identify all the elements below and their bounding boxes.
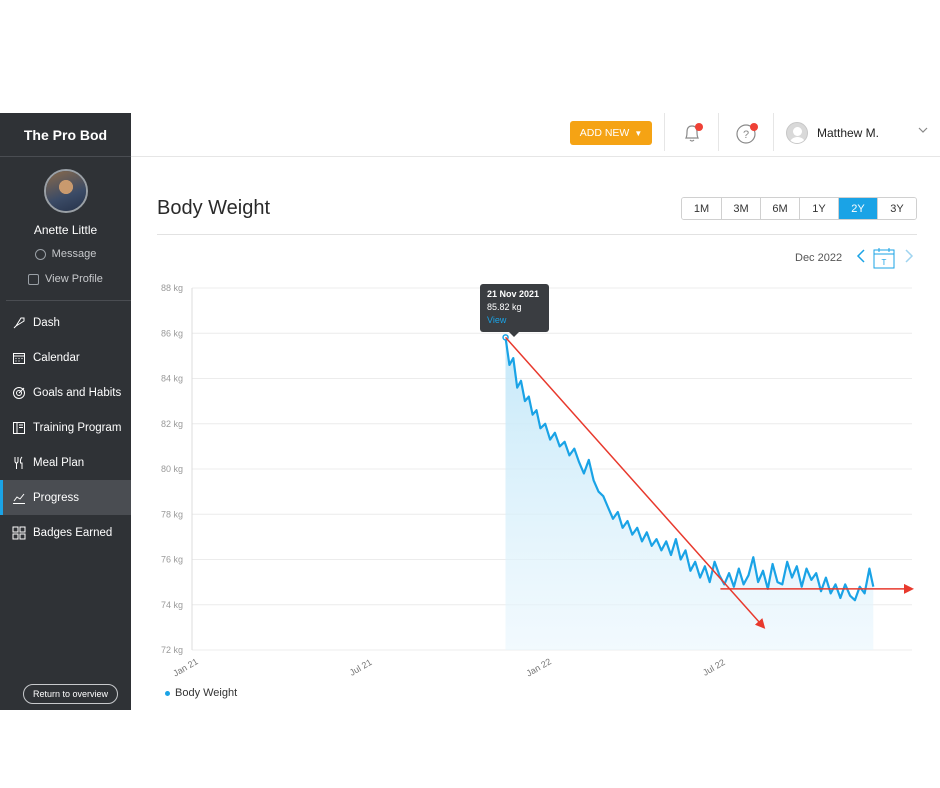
tooltip-value: 85.82 kg [487, 302, 522, 312]
y-tick-label: 74 kg [161, 600, 183, 610]
chart-legend[interactable]: Body Weight [165, 687, 237, 699]
x-tick-label: Jan 21 [171, 656, 199, 678]
tooltip-view-link[interactable]: View [487, 314, 542, 327]
y-tick-label: 84 kg [161, 374, 183, 384]
y-tick-label: 86 kg [161, 328, 183, 338]
y-tick-label: 78 kg [161, 509, 183, 519]
y-tick-label: 82 kg [161, 419, 183, 429]
chart-tooltip: 21 Nov 2021 85.82 kg View [480, 284, 549, 337]
y-tick-label: 88 kg [161, 283, 183, 293]
y-tick-label: 72 kg [161, 645, 183, 655]
x-tick-label: Jul 21 [348, 657, 374, 678]
y-tick-label: 76 kg [161, 555, 183, 565]
series-area [505, 337, 874, 650]
x-tick-label: Jan 22 [525, 656, 553, 678]
y-tick-label: 80 kg [161, 464, 183, 474]
legend-label: Body Weight [175, 687, 238, 699]
x-tick-label: Jul 22 [701, 657, 727, 678]
legend-swatch [165, 690, 170, 696]
tooltip-date: 21 Nov 2021 [487, 289, 540, 299]
body-weight-chart: 88 kg 86 kg 84 kg 82 kg 80 kg 78 kg 76 kg 74 kg… [161, 283, 914, 678]
